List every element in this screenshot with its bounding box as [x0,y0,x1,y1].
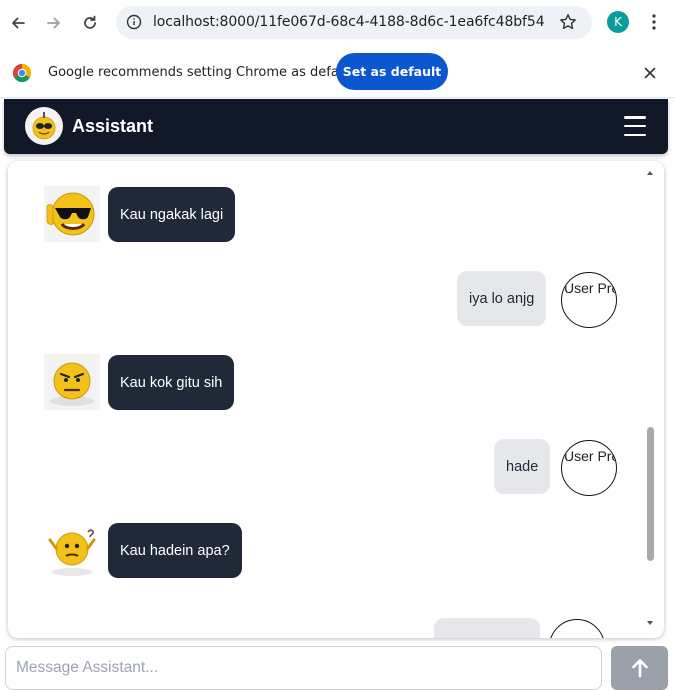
site-info-icon[interactable] [124,12,144,32]
star-icon[interactable] [558,12,578,32]
forward-arrow-icon[interactable] [40,9,68,37]
user-message-bubble-partial [434,618,540,638]
url-text: localhost:8000/11fe067d-68c4-4188-8d6c-1… [153,14,545,30]
user-message-bubble: hade [494,439,551,494]
default-browser-infobar: Google recommends setting Chrome as defa… [0,46,675,98]
chat-scrollbar[interactable] [643,166,657,632]
assistant-message-bubble: Kau ngakak lagi [108,187,236,242]
avatar-alt-text: User Profile [564,280,616,296]
user-message-bubble: iya lo anjg [457,271,547,326]
assistant-message-bubble: Kau hadein apa? [108,523,242,578]
assistant-message-bubble: Kau kok gitu sih [108,355,235,410]
back-arrow-icon[interactable] [4,9,32,37]
address-bar[interactable]: localhost:8000/11fe067d-68c4-4188-8d6c-1… [116,6,592,39]
user-profile-avatar: User Profile [561,272,617,328]
avatar-alt-text: User Profile [564,448,616,464]
shrugging-emoji-icon [44,522,100,578]
send-button[interactable] [611,646,668,690]
annoyed-emoji-icon [44,354,100,410]
infobar-message: Google recommends setting Chrome as defa… [48,65,356,80]
hamburger-menu-icon[interactable] [624,116,646,136]
message-input[interactable] [5,646,602,690]
chat-panel[interactable]: Kau ngakak lagi iya lo anjg User Profile… [8,161,664,638]
scroll-down-arrow-icon[interactable] [647,621,653,625]
message-composer [0,644,675,690]
close-icon[interactable] [640,63,660,83]
scroll-up-arrow-icon[interactable] [647,171,653,175]
reload-icon[interactable] [76,9,104,37]
profile-avatar[interactable]: K [607,11,629,33]
sunglasses-emoji-icon [44,186,100,242]
user-profile-avatar [549,619,605,638]
chrome-logo-icon [12,63,32,83]
app-header: Assistant [4,99,668,154]
set-as-default-button[interactable]: Set as default [336,53,448,90]
scrollbar-thumb[interactable] [647,427,654,561]
browser-toolbar: localhost:8000/11fe067d-68c4-4188-8d6c-1… [0,0,675,46]
assistant-avatar [25,107,63,145]
vertical-dots-icon[interactable] [643,11,665,33]
user-profile-avatar: User Profile [561,440,617,496]
arrow-up-icon [631,659,648,678]
app-title: Assistant [72,116,154,136]
